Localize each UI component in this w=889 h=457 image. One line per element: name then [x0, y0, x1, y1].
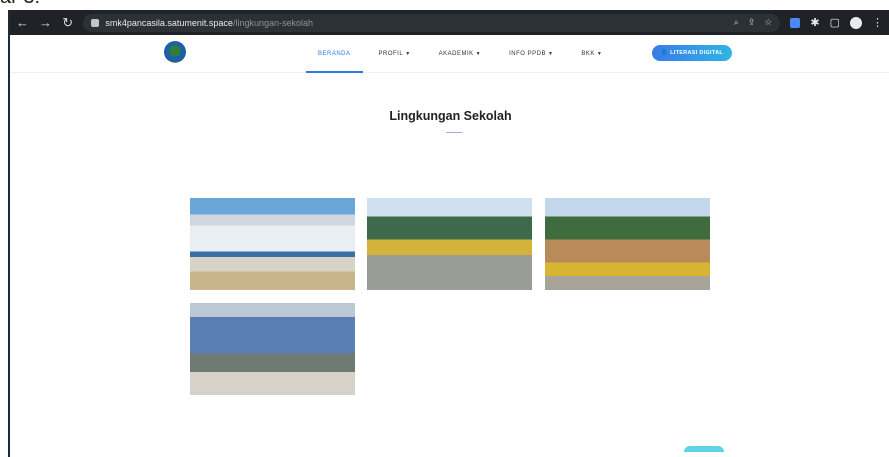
menu-item-label: PROFIL [378, 51, 404, 57]
menu-item-info-ppdb[interactable]: INFO PPDB ▼ [509, 35, 553, 73]
sidepanel-icon[interactable]: ▢ [830, 16, 840, 29]
site-navbar: BERANDA PROFIL ▼ AKADEMIK ▼ INFO PPDB ▼ BKK… [10, 35, 889, 73]
extensions-area: ✱ ▢ ⋮ [790, 16, 883, 29]
school-logo[interactable] [164, 41, 186, 63]
title-divider [446, 132, 462, 133]
gallery-image-school-walkway-plants[interactable] [545, 198, 710, 290]
literasi-digital-label: LITERASI DIGITAL [670, 50, 724, 56]
floating-action-button[interactable] [684, 446, 724, 452]
menu-icon[interactable]: ⋮ [872, 16, 883, 29]
address-bar[interactable]: smk4pancasila.satumenit.space /lingkunga… [83, 13, 781, 32]
forward-icon[interactable]: → [39, 15, 52, 30]
screenshot-frame: ar 3: ← → ↻ smk4pancasila.satumenit.spac… [0, 0, 889, 457]
gallery-image-school-building-front[interactable] [190, 198, 355, 290]
reload-icon[interactable]: ↻ [62, 15, 73, 31]
caret-down-icon: ▼ [475, 51, 482, 57]
address-bar-actions: ⌕ ⇪ ☆ [734, 17, 773, 28]
puzzle-icon[interactable]: ✱ [810, 16, 819, 29]
back-icon[interactable]: ← [16, 15, 29, 30]
menu-item-label: BKK [581, 51, 595, 57]
main-content: Lingkungan Sekolah [10, 73, 889, 457]
user-icon: 👤 [660, 50, 669, 56]
menu-item-label: INFO PPDB [509, 51, 546, 57]
gallery-image-school-stage-banner[interactable] [190, 303, 355, 395]
gallery-image-school-courtyard-trees[interactable] [367, 198, 532, 290]
caret-down-icon: ▼ [405, 51, 411, 57]
share-icon[interactable]: ⇪ [748, 17, 756, 28]
caret-down-icon: ▼ [547, 51, 554, 57]
profile-icon[interactable] [850, 16, 862, 29]
browser-toolbar: ← → ↻ smk4pancasila.satumenit.space /lin… [10, 10, 889, 35]
caret-down-icon: ▼ [596, 51, 603, 57]
menu-item-profil[interactable]: PROFIL ▼ [379, 35, 411, 73]
browser-window: ← → ↻ smk4pancasila.satumenit.space /lin… [8, 10, 889, 457]
menu-item-beranda[interactable]: BERANDA [306, 35, 362, 73]
menu-item-label: BERANDA [318, 51, 351, 57]
menu-item-label: AKADEMIK [438, 51, 474, 57]
url-text[interactable]: smk4pancasila.satumenit.space /lingkunga… [105, 18, 313, 28]
document-fragment-text: ar 3: [0, 0, 40, 9]
document-fragment: ar 3: [0, 0, 70, 10]
menu-item-bkk[interactable]: BKK ▼ [581, 35, 602, 73]
literasi-digital-button[interactable]: 👤 LITERASI DIGITAL [652, 45, 732, 61]
extension-icon[interactable] [790, 17, 801, 28]
url-host: smk4pancasila.satumenit.space [105, 17, 233, 28]
lock-icon[interactable] [91, 18, 100, 27]
star-icon[interactable]: ☆ [764, 17, 772, 28]
page-title: Lingkungan Sekolah [389, 109, 512, 123]
zoom-icon[interactable]: ⌕ [734, 17, 739, 28]
url-path: /lingkungan-sekolah [232, 17, 314, 28]
menu-item-akademik[interactable]: AKADEMIK ▼ [439, 35, 481, 73]
main-menu: BERANDA PROFIL ▼ AKADEMIK ▼ INFO PPDB ▼ BKK… [306, 35, 630, 73]
